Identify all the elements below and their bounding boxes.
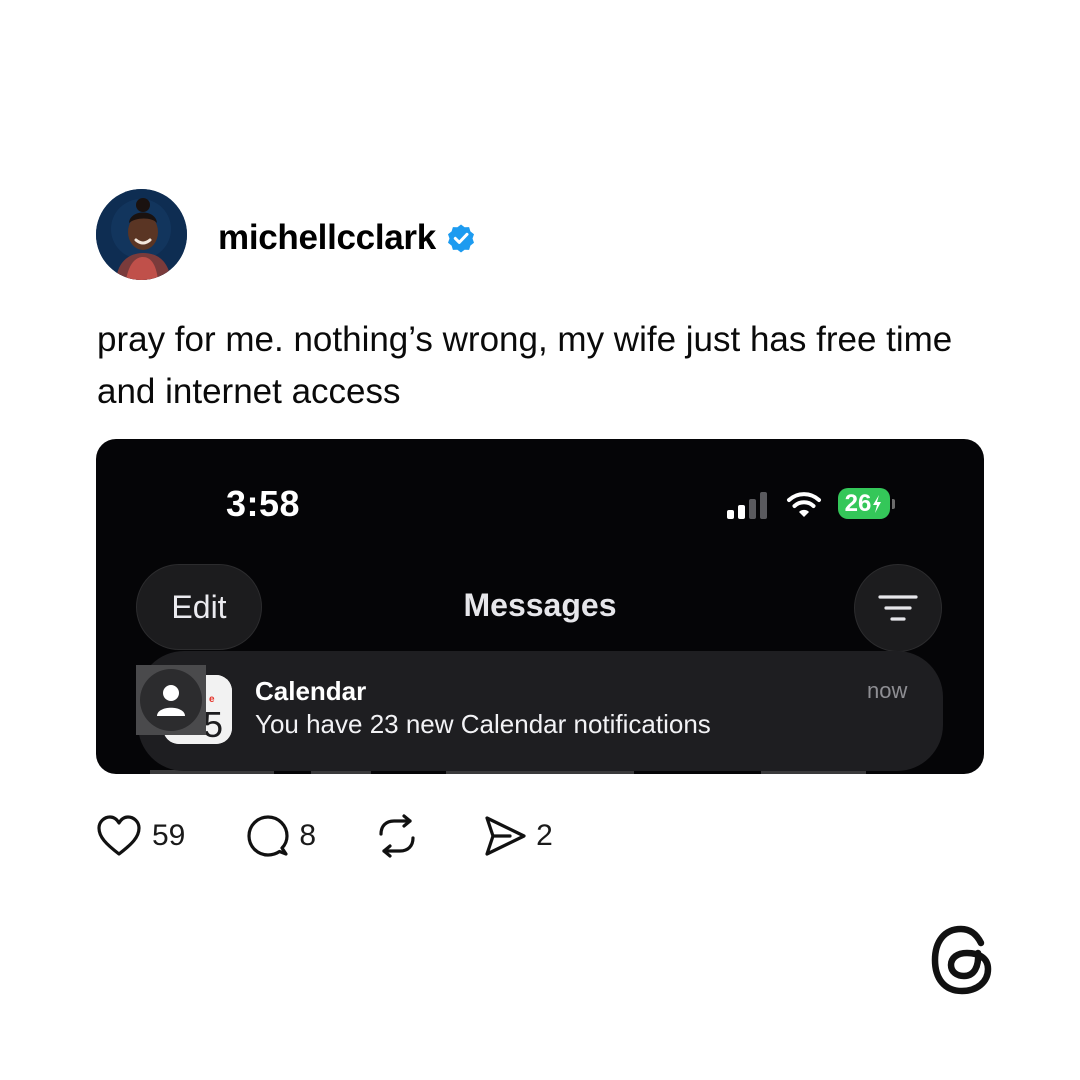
threads-logo <box>931 925 992 995</box>
charging-bolt-icon <box>873 494 882 513</box>
edit-button[interactable]: Edit <box>136 564 262 650</box>
status-time: 3:58 <box>226 483 301 524</box>
like-count: 59 <box>152 819 186 852</box>
like-button[interactable]: 59 <box>96 814 185 858</box>
avatar[interactable] <box>96 189 187 280</box>
repost-icon <box>379 814 415 858</box>
username[interactable]: michellcclark <box>218 218 436 258</box>
filter-button[interactable] <box>854 564 942 652</box>
repost-button[interactable] <box>374 814 420 858</box>
battery-icon: 26 <box>838 488 896 519</box>
reply-count: 8 <box>299 819 317 852</box>
share-count: 2 <box>536 819 553 852</box>
verified-badge-icon <box>447 224 474 253</box>
attached-screenshot[interactable]: 3:58 26 Edit Messages e 5 Calendar You h… <box>96 439 984 774</box>
reply-button[interactable]: 8 <box>245 814 316 858</box>
filter-lines-icon <box>878 595 918 621</box>
share-button[interactable]: 2 <box>482 814 553 858</box>
post-text: pray for me. nothing’s wrong, my wife ju… <box>97 320 953 411</box>
cellular-signal-icon <box>727 492 767 519</box>
notification-time: now <box>867 678 908 703</box>
heart-icon <box>97 815 141 856</box>
comment-icon <box>247 815 289 857</box>
notification-title: Calendar <box>255 676 367 706</box>
notification-body: You have 23 new Calendar notifications <box>255 709 711 739</box>
action-bar: 59 8 2 <box>96 812 553 860</box>
battery-level: 26 <box>844 489 872 517</box>
person-icon <box>157 685 185 716</box>
contact-avatar <box>136 665 206 735</box>
wifi-icon <box>787 492 821 517</box>
screen-title: Messages <box>463 587 617 623</box>
send-icon <box>485 816 526 856</box>
